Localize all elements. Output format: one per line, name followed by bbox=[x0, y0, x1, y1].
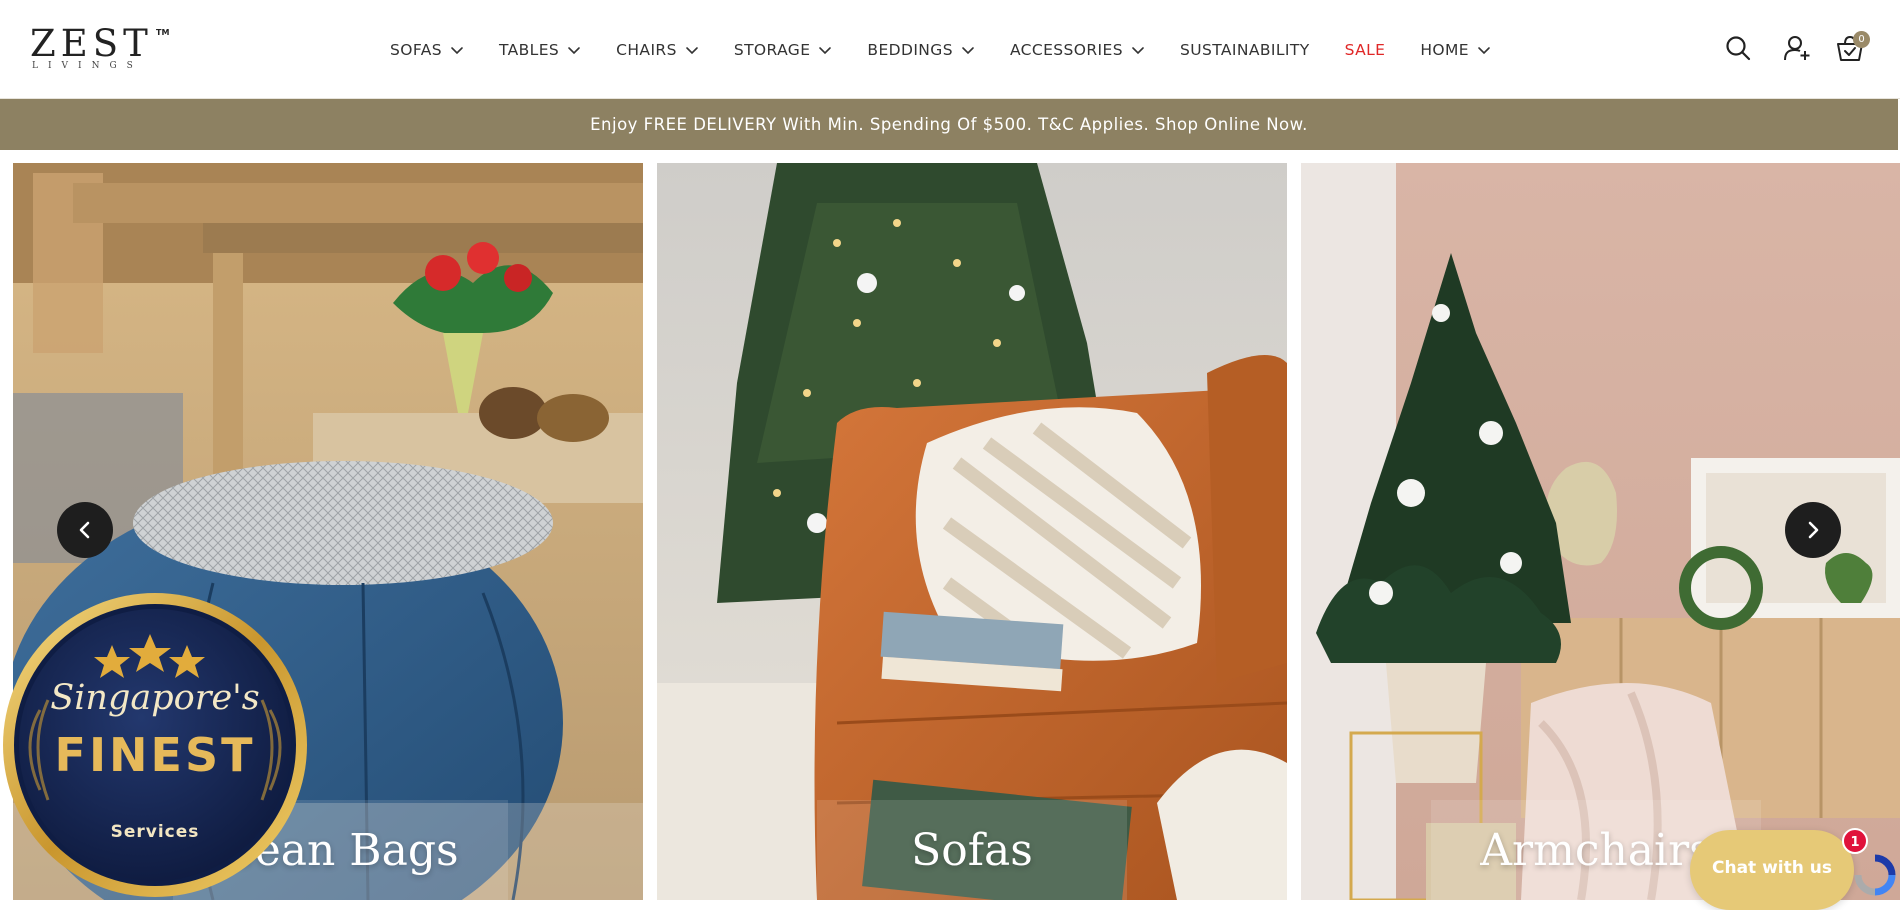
carousel-next-button[interactable] bbox=[1785, 502, 1841, 558]
category-title: Sofas bbox=[911, 824, 1033, 876]
nav-item-label: BEDDINGS bbox=[867, 40, 953, 59]
chat-with-us-button[interactable]: Chat with us bbox=[1690, 830, 1854, 910]
category-card-sofas[interactable]: Sofas bbox=[657, 163, 1287, 900]
chevron-right-icon bbox=[1808, 521, 1819, 539]
category-title: Armchairs bbox=[1480, 824, 1712, 876]
cart-count-badge: 0 bbox=[1853, 31, 1870, 48]
nav-item-sale[interactable]: SALE bbox=[1345, 41, 1386, 59]
nav-item-accessories[interactable]: ACCESSORIES bbox=[1010, 41, 1145, 59]
chevron-down-icon bbox=[819, 46, 832, 54]
main-nav: SOFAS TABLES CHAIRS STORAGE BEDDINGS ACCESSOR… bbox=[390, 0, 1491, 99]
nav-item-label: SUSTAINABILITY bbox=[1179, 40, 1310, 59]
nav-item-label: STORAGE bbox=[733, 40, 811, 59]
nav-item-label: HOME bbox=[1420, 40, 1469, 59]
user-icon[interactable] bbox=[1783, 34, 1811, 62]
badge-script-text: Singapore's bbox=[50, 678, 260, 718]
logo-wordmark: ZEST bbox=[30, 22, 153, 65]
chevron-down-icon bbox=[1132, 46, 1144, 54]
nav-item-label: SOFAS bbox=[390, 40, 442, 59]
chevron-down-icon bbox=[962, 46, 974, 54]
nav-item-label: TABLES bbox=[498, 40, 560, 59]
nav-item-storage[interactable]: STORAGE bbox=[734, 41, 833, 59]
announcement-bar[interactable]: Enjoy FREE DELIVERY With Min. Spending O… bbox=[0, 99, 1898, 150]
chevron-down-icon bbox=[686, 46, 698, 54]
recaptcha-icon[interactable] bbox=[1850, 850, 1900, 900]
brand-logo[interactable]: ZEST TM LIVINGS bbox=[30, 24, 172, 72]
nav-item-home[interactable]: HOME bbox=[1420, 41, 1491, 59]
category-label: Sofas bbox=[817, 800, 1127, 900]
singapores-finest-badge[interactable]: Singapore's FINEST Services bbox=[0, 590, 310, 900]
badge-main-text: FINEST bbox=[54, 728, 256, 782]
nav-item-label: ACCESSORIES bbox=[1009, 40, 1123, 59]
nav-item-tables[interactable]: TABLES bbox=[499, 41, 581, 59]
nav-item-sofas[interactable]: SOFAS bbox=[390, 41, 464, 59]
nav-item-beddings[interactable]: BEDDINGS bbox=[867, 41, 975, 59]
nav-item-label: SALE bbox=[1344, 40, 1386, 59]
nav-item-chairs[interactable]: CHAIRS bbox=[616, 41, 699, 59]
announcement-text: Enjoy FREE DELIVERY With Min. Spending O… bbox=[590, 115, 1308, 134]
chevron-down-icon bbox=[568, 46, 580, 54]
chevron-down-icon bbox=[1478, 46, 1490, 54]
site-header: ZEST TM LIVINGS SOFAS TABLES CHAIRS STORAGE… bbox=[0, 0, 1900, 99]
nav-item-label: CHAIRS bbox=[616, 40, 677, 59]
chat-label: Chat with us bbox=[1712, 858, 1832, 878]
sofa-photo bbox=[657, 163, 1287, 900]
badge-sub-text: Services bbox=[110, 822, 200, 842]
logo-trademark: TM bbox=[156, 28, 170, 37]
logo-subtitle: LIVINGS bbox=[32, 61, 143, 71]
nav-item-sustainability[interactable]: SUSTAINABILITY bbox=[1180, 41, 1310, 59]
chevron-down-icon bbox=[451, 46, 463, 54]
carousel-prev-button[interactable] bbox=[57, 502, 113, 558]
search-icon[interactable] bbox=[1724, 34, 1752, 62]
chevron-left-icon bbox=[79, 521, 90, 539]
